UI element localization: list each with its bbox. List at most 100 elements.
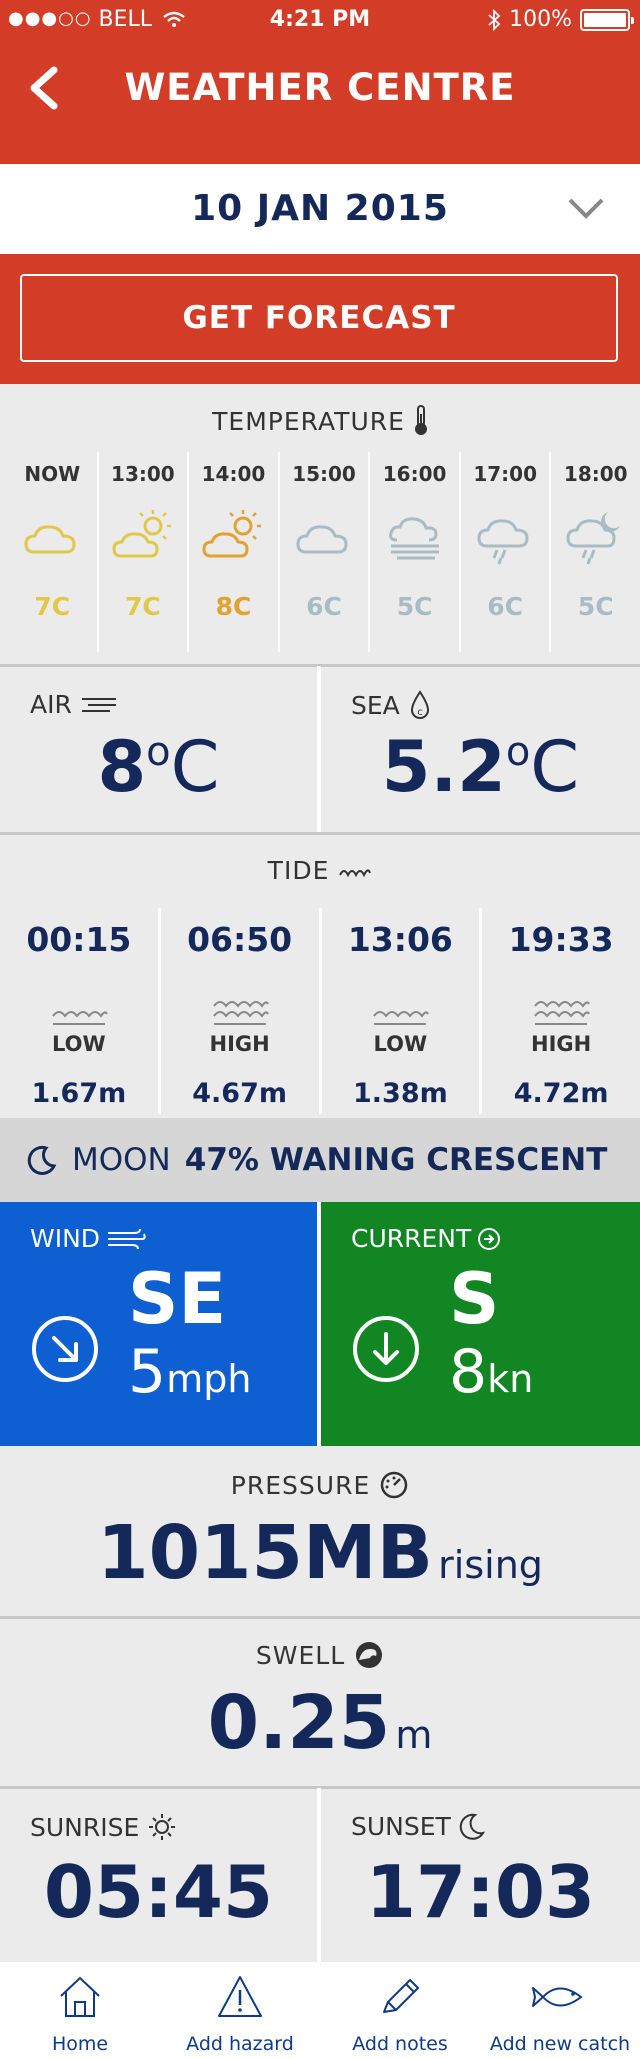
home-icon [60,1976,100,2017]
swell-header: SWELL [0,1640,640,1670]
tide-height: 4.67m [192,1078,287,1109]
tide-type: LOW [52,1032,106,1056]
hour-time: 16:00 [382,462,447,486]
wind-label-row: WIND [30,1224,146,1253]
tab-add-hazard-label: Add hazard [186,2033,294,2055]
water-drop-icon: c [410,690,429,719]
chevron-down-icon[interactable] [566,190,606,226]
hour-time: 13:00 [111,462,175,486]
tide-item: 19:33 HIGH 4.72m [479,908,640,1114]
hour-temperature: 5C [396,592,433,621]
hour-forecast-item: 15:00 6C [277,452,369,652]
pressure-label: PRESSURE [230,1471,371,1500]
wind-card: WIND SE 5mph [0,1202,317,1446]
date-selector[interactable]: 10 JAN 2015 [0,164,640,254]
tab-add-hazard[interactable]: Add hazard [160,1962,320,2059]
tide-section: TIDE 00:15 LOW 1.67m 06:50 HIGH 4.67m 13:06 LOW… [0,834,640,1116]
hour-forecast-item: 16:00 5C [368,452,459,652]
waves-icon [339,869,372,878]
moon-phase-bar: MOON 47% WANING CRESCENT [0,1118,640,1202]
hour-time: 17:00 [473,462,538,486]
tide-type: HIGH [531,1032,592,1056]
low-tide-icon [52,1011,108,1025]
hour-forecast-item: 17:00 6C [458,452,550,652]
hour-time: 14:00 [201,462,266,486]
current-label: CURRENT [351,1224,472,1253]
gauge-icon [380,1471,408,1499]
swell-wave-icon [356,1642,383,1668]
hour-temperature: 8C [215,592,252,621]
sea-label: SEA [351,690,400,720]
tide-height: 1.38m [352,1078,448,1109]
battery-status: 100% [487,7,634,32]
cloud-icon [296,525,348,554]
sunrise-card: SUNRISE 05:45 [0,1788,317,1962]
bluetooth-icon [488,8,501,31]
pressure-header: PRESSURE [0,1470,640,1500]
sun-cloud-icon [112,510,171,558]
rain-cloud-icon [477,519,529,565]
hour-temperature: 5C [577,592,614,621]
current-direction: S [449,1258,500,1340]
tide-height: 1.67m [31,1078,127,1109]
sun-icon [149,1814,176,1840]
cloud-icon [24,525,76,554]
tide-time: 00:15 [26,920,132,959]
tab-home[interactable]: Home [0,1962,160,2059]
moon-phase-value: 47% WANING CRESCENT [184,1142,608,1178]
tide-type: LOW [373,1032,428,1056]
temperature-header: TEMPERATURE [0,404,640,436]
temperature-section: TEMPERATURE NOW 7C 13:00 7C 14:00 8C 15:00 6C 16… [0,384,640,664]
tab-home-label: Home [51,2033,109,2055]
fish-icon [532,1987,583,2007]
air-temperature-card: AIR 8oC [0,666,317,832]
status-bar: ●●●○○ BELL 4:21 PM 100% [0,0,640,42]
tide-item: 00:15 LOW 1.67m [0,908,158,1114]
sunrise-time: 05:45 [43,1850,274,1934]
get-forecast-button[interactable]: GET FORECAST [20,274,618,362]
hour-forecast-item: NOW 7C [8,452,97,652]
top-header: ●●●○○ BELL 4:21 PM 100% WEATHER CENTRE [0,0,640,164]
tab-add-new-catch[interactable]: Add new catch [480,1962,640,2059]
hour-temperature: 6C [306,592,342,621]
sunset-label-row: SUNSET [351,1812,485,1841]
wind-lines-icon [81,697,116,712]
sun-cloud-icon [202,510,262,558]
sunrise-label: SUNRISE [30,1812,140,1842]
high-tide-icon [534,1001,591,1025]
pressure-value: 1015MB [97,1510,434,1596]
hour-forecast-item: 18:00 5C [549,452,640,652]
tab-add-notes[interactable]: Add notes [320,1962,480,2059]
fog-icon [388,517,439,560]
tide-time: 19:33 [508,920,614,959]
air-label: AIR [30,690,72,719]
sea-temperature-value: 5.2oC [381,726,580,808]
sunrise-label-row: SUNRISE [30,1812,177,1842]
current-speed: 8kn [449,1337,534,1407]
page-title: WEATHER CENTRE [124,66,516,109]
sea-label-row: SEA c [351,690,432,720]
swell-value-row: 0.25 m [0,1680,640,1766]
pencil-icon [383,1979,419,2013]
current-direction-icon [353,1316,419,1382]
swell-section: SWELL 0.25 m [0,1618,640,1786]
hour-time: NOW [24,462,81,486]
wind-speed: 5mph [128,1337,252,1407]
sun-times-section: SUNRISE 05:45 SUNSET 17:03 [0,1788,640,1962]
tide-header: TIDE [0,856,640,885]
hour-time: 15:00 [292,462,356,486]
tide-time: 13:06 [347,920,453,959]
wind-direction: SE [128,1258,227,1340]
tab-add-notes-label: Add notes [352,2033,448,2055]
sunset-card: SUNSET 17:03 [321,1788,640,1962]
high-tide-icon [212,1001,269,1025]
moon-label: MOON [72,1142,171,1178]
pressure-value-row: 1015MB rising [0,1510,640,1596]
tide-time: 06:50 [187,920,293,959]
hour-temperature: 7C [124,592,161,621]
tide-height: 4.72m [513,1078,609,1109]
air-label-row: AIR [30,690,118,719]
tide-times: 00:15 LOW 1.67m 06:50 HIGH 4.67m 13:06 LOW 1.38m… [0,908,640,1114]
current-label-row: CURRENT [351,1224,501,1253]
sea-temperature-card: SEA c 5.2oC [321,666,640,832]
